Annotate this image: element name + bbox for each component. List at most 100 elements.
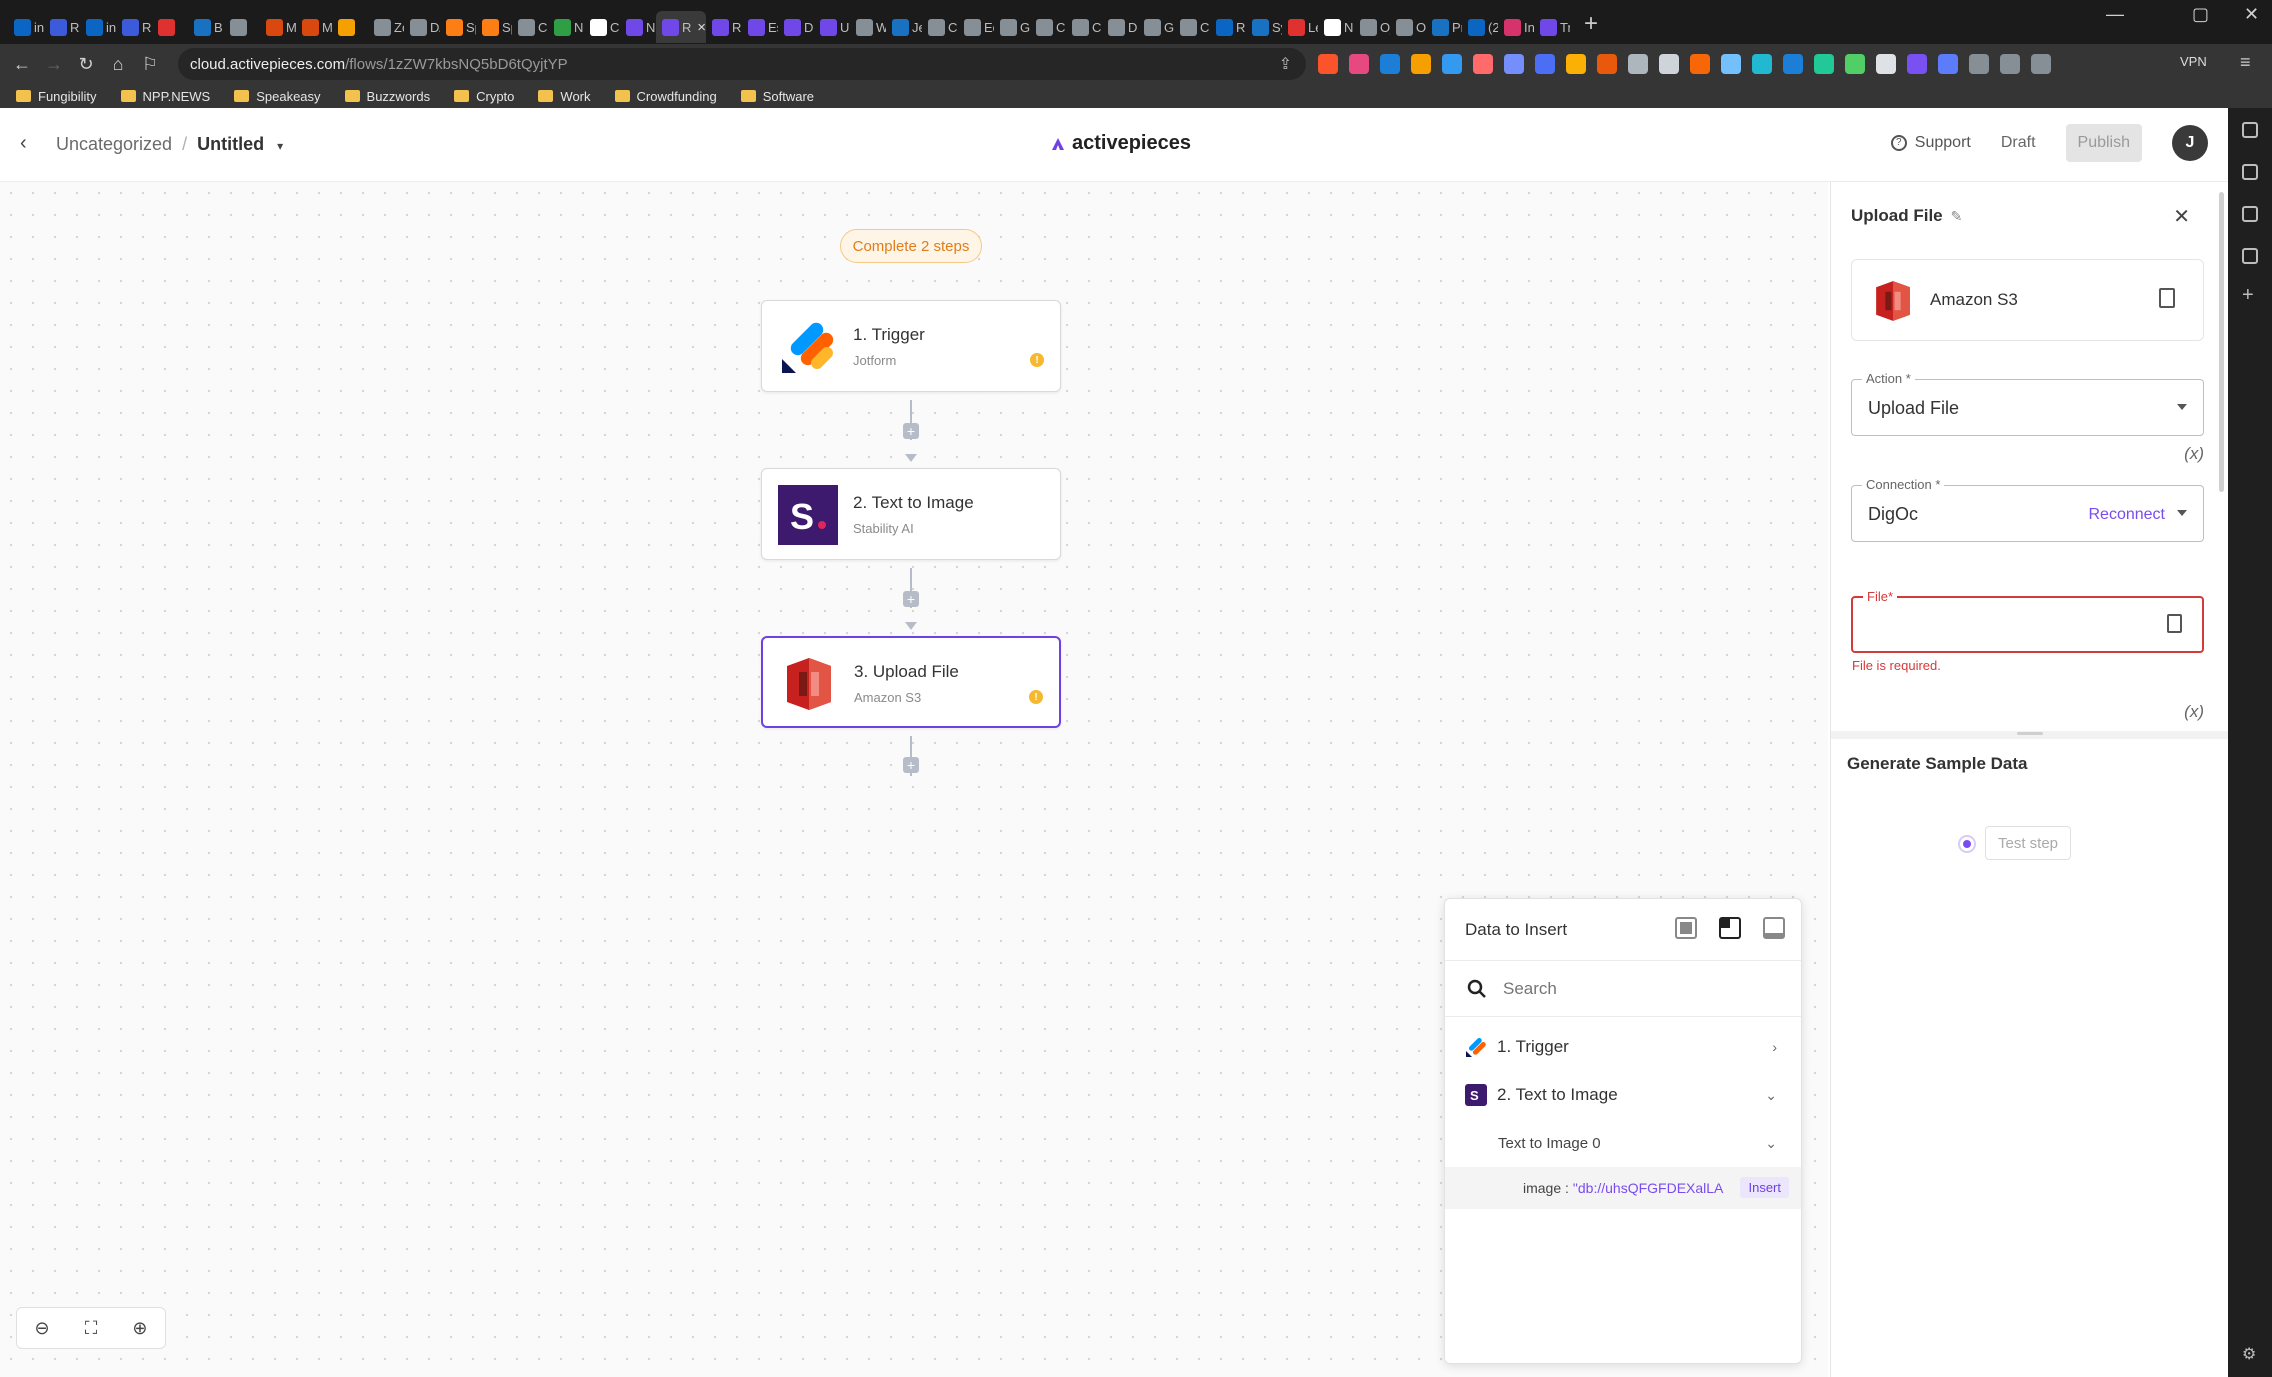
fit-view-icon[interactable]: ⛶: [85, 1318, 98, 1339]
browser-tab[interactable]: In: [1498, 11, 1534, 43]
browser-tab[interactable]: R: [44, 11, 80, 43]
browser-tab[interactable]: Ru ×: [656, 11, 706, 43]
browser-tab[interactable]: [152, 11, 188, 43]
flow-name[interactable]: Untitled: [197, 134, 264, 154]
user-avatar[interactable]: J: [2172, 125, 2208, 161]
zoom-out-icon[interactable]: ⊖: [35, 1318, 50, 1339]
browser-tab[interactable]: [224, 11, 260, 43]
bookmark-folder[interactable]: Crowdfunding: [614, 89, 717, 104]
pencil-icon[interactable]: ✎: [1951, 208, 1963, 225]
reading-list-icon[interactable]: [2242, 248, 2258, 264]
wallet-icon[interactable]: [2031, 54, 2051, 74]
extension-icon[interactable]: [1566, 54, 1586, 74]
dynamic-value-toggle[interactable]: (x): [2184, 444, 2204, 464]
bookmark-folder[interactable]: Buzzwords: [344, 89, 430, 104]
support-button[interactable]: ? Support: [1890, 134, 1971, 152]
browser-tab[interactable]: Di: [778, 11, 814, 43]
browser-tab[interactable]: Jet: [886, 11, 922, 43]
dynamic-value-toggle[interactable]: (x): [2184, 702, 2204, 722]
minimized-mode-icon[interactable]: [1763, 917, 1785, 939]
sidebar-toggle-icon[interactable]: [2000, 54, 2020, 74]
settings-gear-icon[interactable]: ⚙: [2242, 1344, 2256, 1364]
share-icon[interactable]: ⇪: [1279, 54, 1292, 74]
browser-tab[interactable]: Sp: [476, 11, 512, 43]
extension-icon[interactable]: [1411, 54, 1431, 74]
document-icon[interactable]: [2159, 288, 2175, 308]
browser-tab[interactable]: Es: [742, 11, 778, 43]
add-step-button[interactable]: +: [903, 757, 919, 773]
docked-mode-icon[interactable]: [1719, 917, 1741, 939]
browser-tab[interactable]: in: [80, 11, 116, 43]
extension-icon[interactable]: [1876, 54, 1896, 74]
home-icon[interactable]: ⌂: [102, 54, 134, 75]
back-chevron-icon[interactable]: ‹: [20, 132, 27, 155]
browser-tab[interactable]: Ru: [706, 11, 742, 43]
data-row-text-to-image-0[interactable]: Text to Image 0 ⌄: [1445, 1119, 1801, 1167]
browser-tab[interactable]: W: [850, 11, 886, 43]
bookmark-folder[interactable]: Work: [538, 89, 591, 104]
resize-handle[interactable]: [2017, 732, 2043, 735]
extension-icon[interactable]: [1597, 54, 1617, 74]
browser-tab[interactable]: Ne: [1318, 11, 1354, 43]
bookmarks-panel-icon[interactable]: [2242, 206, 2258, 222]
connection-select[interactable]: Connection * DigOc Reconnect: [1851, 477, 2204, 542]
back-icon[interactable]: ←: [6, 54, 38, 75]
file-input[interactable]: File*: [1851, 589, 2204, 653]
action-select[interactable]: Action * Upload File: [1851, 371, 2204, 436]
bookmark-icon[interactable]: ⚐: [134, 54, 166, 75]
extension-icon[interactable]: [1721, 54, 1741, 74]
extension-icon[interactable]: [1659, 54, 1679, 74]
browser-tab[interactable]: Ca: [1174, 11, 1210, 43]
flow-canvas[interactable]: Complete 2 steps 1. Trigger Jotform ! + …: [0, 182, 1828, 1377]
browser-tab[interactable]: in: [8, 11, 44, 43]
extension-icon[interactable]: [1752, 54, 1772, 74]
browser-tab[interactable]: R: [116, 11, 152, 43]
browser-tab[interactable]: Ch: [512, 11, 548, 43]
breadcrumb-folder[interactable]: Uncategorized: [56, 134, 172, 154]
file-icon[interactable]: [2167, 614, 2182, 633]
extensions-puzzle-icon[interactable]: [1969, 54, 1989, 74]
browser-tab[interactable]: Ru: [1210, 11, 1246, 43]
extension-icon[interactable]: [1535, 54, 1555, 74]
extension-icon[interactable]: [1845, 54, 1865, 74]
menu-icon[interactable]: ≡: [2240, 52, 2251, 73]
browser-tab[interactable]: Tr: [1534, 11, 1570, 43]
flow-step-trigger[interactable]: 1. Trigger Jotform !: [761, 300, 1061, 392]
browser-tab[interactable]: Sp: [440, 11, 476, 43]
data-row-text-to-image[interactable]: S 2. Text to Image ⌄: [1445, 1071, 1801, 1119]
close-tab-icon[interactable]: ×: [697, 19, 706, 36]
chevron-down-icon[interactable]: ▾: [277, 139, 283, 153]
browser-tab[interactable]: Zo: [368, 11, 404, 43]
wallet-icon[interactable]: [2242, 164, 2258, 180]
test-step-button[interactable]: Test step: [1985, 826, 2071, 860]
minimize-button[interactable]: —: [2106, 4, 2124, 25]
bookmark-folder[interactable]: Speakeasy: [234, 89, 321, 104]
browser-tab[interactable]: Op: [1390, 11, 1426, 43]
extension-icon[interactable]: [1442, 54, 1462, 74]
extension-icon[interactable]: [1690, 54, 1710, 74]
extension-icon[interactable]: [1504, 54, 1524, 74]
zoom-in-icon[interactable]: ⊕: [132, 1318, 147, 1339]
browser-tab[interactable]: Ch: [584, 11, 620, 43]
extension-icon[interactable]: [1783, 54, 1803, 74]
maximize-button[interactable]: ▢: [2192, 4, 2209, 25]
browser-tab[interactable]: (2: [1462, 11, 1498, 43]
extension-icon[interactable]: [1380, 54, 1400, 74]
browser-tab[interactable]: Oj: [1354, 11, 1390, 43]
browser-tab[interactable]: Un: [814, 11, 850, 43]
data-search-input[interactable]: [1503, 978, 1763, 999]
publish-button[interactable]: Publish: [2065, 124, 2142, 162]
browser-tab[interactable]: D/: [404, 11, 440, 43]
add-panel-icon[interactable]: +: [2242, 284, 2254, 307]
browser-tab[interactable]: Pr: [1426, 11, 1462, 43]
reconnect-link[interactable]: Reconnect: [2089, 506, 2166, 524]
browser-tab[interactable]: B: [188, 11, 224, 43]
new-tab-button[interactable]: +: [1584, 10, 1598, 38]
rewards-icon[interactable]: [1349, 54, 1369, 74]
extension-icon[interactable]: [1628, 54, 1648, 74]
extension-icon[interactable]: [1473, 54, 1493, 74]
data-item-image[interactable]: image : "db://uhsQFGFDEXalLA Insert: [1445, 1167, 1801, 1209]
browser-tab[interactable]: Cl: [1030, 11, 1066, 43]
bookmark-folder[interactable]: Fungibility: [16, 89, 97, 104]
bookmark-folder[interactable]: Software: [740, 89, 814, 104]
